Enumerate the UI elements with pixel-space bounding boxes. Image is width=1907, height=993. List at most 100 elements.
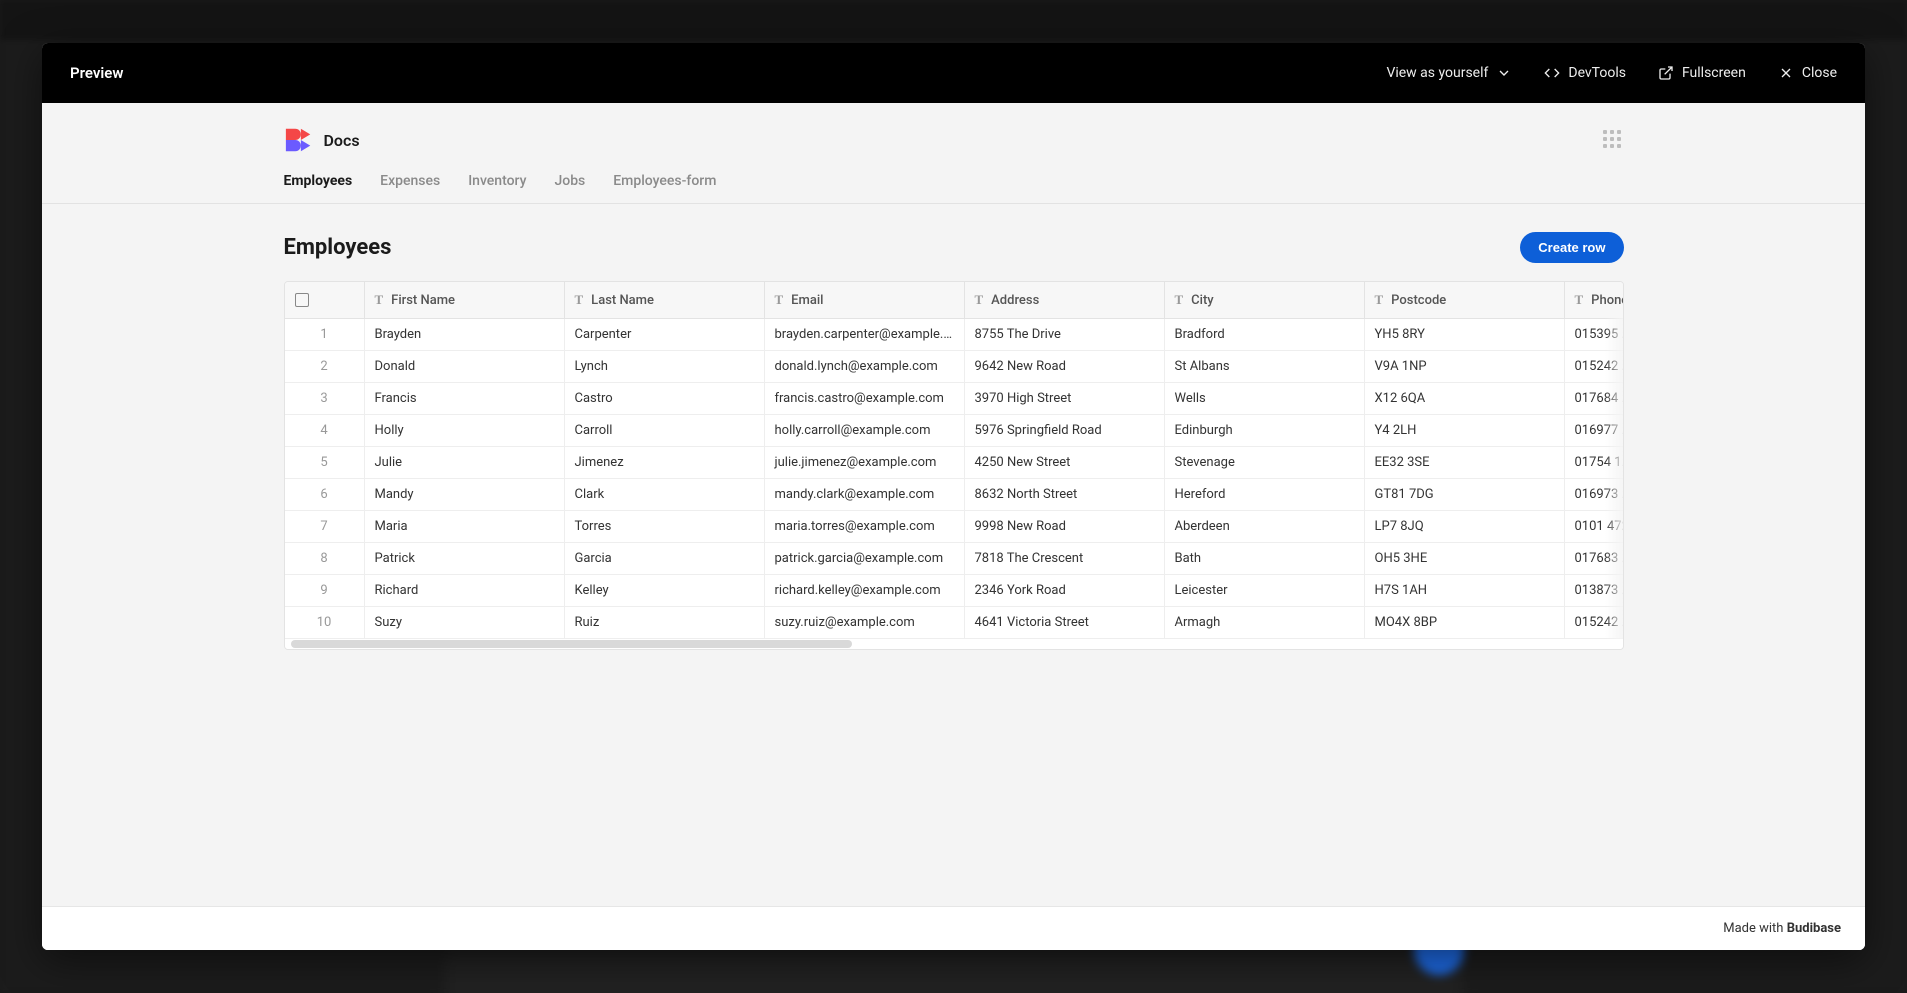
cell-address[interactable]: 5976 Springfield Road [965,415,1165,447]
fullscreen-button[interactable]: Fullscreen [1658,65,1746,81]
horizontal-scrollbar[interactable] [285,639,1623,649]
cell-address[interactable]: 9642 New Road [965,351,1165,383]
cell-city[interactable]: Stevenage [1165,447,1365,479]
cell-first[interactable]: Francis [365,383,565,415]
row-number: 5 [285,447,365,479]
col-email[interactable]: TEmail [765,282,965,319]
cell-address[interactable]: 2346 York Road [965,575,1165,607]
cell-phone[interactable]: 015395 13 [1565,319,1624,351]
cell-last[interactable]: Ruiz [565,607,765,639]
row-number: 7 [285,511,365,543]
tab-expenses[interactable]: Expenses [380,173,440,189]
cell-email[interactable]: mandy.clark@example.com [765,479,965,511]
tab-inventory[interactable]: Inventory [468,173,526,189]
cell-postcode[interactable]: MO4X 8BP [1365,607,1565,639]
cell-postcode[interactable]: OH5 3HE [1365,543,1565,575]
cell-email[interactable]: suzy.ruiz@example.com [765,607,965,639]
cell-postcode[interactable]: X12 6QA [1365,383,1565,415]
cell-postcode[interactable]: H7S 1AH [1365,575,1565,607]
cell-email[interactable]: maria.torres@example.com [765,511,965,543]
cell-address[interactable]: 9998 New Road [965,511,1165,543]
cell-city[interactable]: St Albans [1165,351,1365,383]
cell-postcode[interactable]: EE32 3SE [1365,447,1565,479]
cell-postcode[interactable]: V9A 1NP [1365,351,1565,383]
cell-phone[interactable]: 015242 79 [1565,607,1624,639]
cell-last[interactable]: Carpenter [565,319,765,351]
tab-employees[interactable]: Employees [284,173,353,189]
cell-last[interactable]: Garcia [565,543,765,575]
devtools-button[interactable]: DevTools [1544,65,1626,81]
col-select[interactable] [285,282,365,319]
cell-last[interactable]: Castro [565,383,765,415]
cell-city[interactable]: Leicester [1165,575,1365,607]
cell-first[interactable]: Brayden [365,319,565,351]
cell-last[interactable]: Lynch [565,351,765,383]
cell-phone[interactable]: 015242 46 [1565,351,1624,383]
cell-email[interactable]: francis.castro@example.com [765,383,965,415]
select-all-checkbox[interactable] [295,293,309,307]
cell-address[interactable]: 8755 The Drive [965,319,1165,351]
cell-email[interactable]: donald.lynch@example.com [765,351,965,383]
cell-first[interactable]: Suzy [365,607,565,639]
tab-employees-form[interactable]: Employees-form [613,173,716,189]
cell-email[interactable]: richard.kelley@example.com [765,575,965,607]
cell-phone[interactable]: 017684 23 [1565,383,1624,415]
cell-email[interactable]: holly.carroll@example.com [765,415,965,447]
cell-first[interactable]: Richard [365,575,565,607]
apps-menu-button[interactable] [1600,127,1624,151]
cell-last[interactable]: Kelley [565,575,765,607]
cell-last[interactable]: Clark [565,479,765,511]
cell-address[interactable]: 4641 Victoria Street [965,607,1165,639]
row-number: 1 [285,319,365,351]
cell-first[interactable]: Holly [365,415,565,447]
cell-first[interactable]: Julie [365,447,565,479]
cell-last[interactable]: Carroll [565,415,765,447]
cell-email[interactable]: brayden.carpenter@example.com [765,319,965,351]
col-phone[interactable]: TPhone [1565,282,1624,319]
cell-phone[interactable]: 017683 02 [1565,543,1624,575]
cell-phone[interactable]: 016973 32 [1565,479,1624,511]
text-type-icon: T [1175,292,1184,308]
cell-address[interactable]: 8632 North Street [965,479,1165,511]
col-first-name[interactable]: TFirst Name [365,282,565,319]
cell-phone[interactable]: 013873 65 [1565,575,1624,607]
cell-postcode[interactable]: LP7 8JQ [1365,511,1565,543]
row-number: 3 [285,383,365,415]
modal-header: Preview View as yourself DevTools Fullsc… [42,43,1865,103]
cell-last[interactable]: Jimenez [565,447,765,479]
cell-first[interactable]: Mandy [365,479,565,511]
cell-city[interactable]: Armagh [1165,607,1365,639]
cell-address[interactable]: 3970 High Street [965,383,1165,415]
cell-first[interactable]: Patrick [365,543,565,575]
cell-city[interactable]: Edinburgh [1165,415,1365,447]
row-number: 4 [285,415,365,447]
cell-email[interactable]: patrick.garcia@example.com [765,543,965,575]
col-city[interactable]: TCity [1165,282,1365,319]
cell-postcode[interactable]: YH5 8RY [1365,319,1565,351]
col-postcode[interactable]: TPostcode [1365,282,1565,319]
view-as-dropdown[interactable]: View as yourself [1386,65,1512,81]
row-number: 10 [285,607,365,639]
cell-city[interactable]: Hereford [1165,479,1365,511]
cell-phone[interactable]: 0101 472 [1565,511,1624,543]
cell-first[interactable]: Maria [365,511,565,543]
cell-postcode[interactable]: GT81 7DG [1365,479,1565,511]
cell-email[interactable]: julie.jimenez@example.com [765,447,965,479]
cell-phone[interactable]: 016977 73 [1565,415,1624,447]
cell-city[interactable]: Bradford [1165,319,1365,351]
col-last-name[interactable]: TLast Name [565,282,765,319]
col-address[interactable]: TAddress [965,282,1165,319]
cell-postcode[interactable]: Y4 2LH [1365,415,1565,447]
cell-city[interactable]: Aberdeen [1165,511,1365,543]
cell-phone[interactable]: 01754 135 [1565,447,1624,479]
cell-city[interactable]: Bath [1165,543,1365,575]
create-row-button[interactable]: Create row [1520,232,1623,263]
external-link-icon [1658,65,1674,81]
cell-last[interactable]: Torres [565,511,765,543]
cell-address[interactable]: 7818 The Crescent [965,543,1165,575]
cell-address[interactable]: 4250 New Street [965,447,1165,479]
cell-first[interactable]: Donald [365,351,565,383]
tab-jobs[interactable]: Jobs [554,173,585,189]
close-button[interactable]: Close [1778,65,1837,81]
cell-city[interactable]: Wells [1165,383,1365,415]
